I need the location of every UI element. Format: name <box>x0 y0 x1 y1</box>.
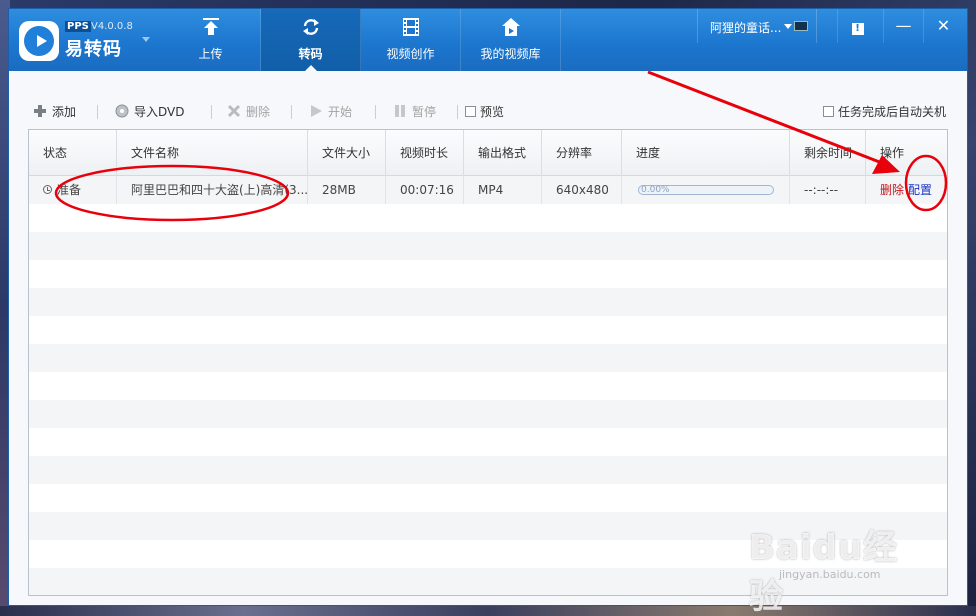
app-name: 易转码 <box>65 39 122 60</box>
empty-row <box>29 204 947 232</box>
column-header-resolution[interactable]: 分辨率 <box>542 130 622 176</box>
empty-row <box>29 288 947 316</box>
user-card-icon <box>794 21 808 31</box>
pause-icon <box>395 105 405 117</box>
plus-icon <box>34 105 46 117</box>
watermark-url: jingyan.baidu.com <box>779 568 881 581</box>
status-text: 准备 <box>57 183 82 197</box>
delete-button-label: 删除 <box>246 105 271 119</box>
minimize-icon: — <box>895 16 912 35</box>
progress-cell: 0.00% <box>622 176 790 204</box>
baidu-jingyan-watermark: Baidu经验 jingyan.baidu.com <box>745 518 925 616</box>
app-menu-chevron-icon[interactable] <box>142 37 150 42</box>
column-header-actions[interactable]: 操作 <box>866 130 947 176</box>
resolution-cell: 640x480 <box>542 176 622 204</box>
tab-transcode[interactable]: 转码 <box>261 9 361 71</box>
column-header-remaining[interactable]: 剩余时间 <box>790 130 866 176</box>
title-bar: PPS V4.0.0.8 易转码 上传 转码 视频创作 我的视频库 阿狸的童话.… <box>9 9 967 71</box>
empty-row <box>29 316 947 344</box>
status-cell: 准备 <box>29 176 117 204</box>
pause-button[interactable]: 暂停 <box>393 103 436 119</box>
preview-checkbox-box[interactable] <box>465 106 476 117</box>
column-header-duration[interactable]: 视频时长 <box>386 130 464 176</box>
close-button[interactable]: ✕ <box>923 9 963 43</box>
column-header-progress[interactable]: 进度 <box>622 130 790 176</box>
user-menu-chevron-icon <box>784 24 792 29</box>
import-dvd-button[interactable]: 导入DVD <box>115 103 184 119</box>
close-icon: ✕ <box>936 16 951 35</box>
tab-my-library[interactable]: 我的视频库 <box>461 9 561 71</box>
brand-tag: PPS <box>65 21 91 32</box>
empty-row <box>29 232 947 260</box>
progress-text: 0.00% <box>641 185 670 195</box>
upload-icon <box>203 18 219 35</box>
progress-bar: 0.00% <box>638 185 774 195</box>
auto-shutdown-checkbox[interactable]: 任务完成后自动关机 <box>823 103 946 119</box>
toolbar-divider <box>457 105 458 119</box>
start-button-label: 开始 <box>328 105 353 119</box>
size-cell: 28MB <box>308 176 386 204</box>
row-config-link[interactable]: 配置 <box>908 183 932 197</box>
tab-transcode-label: 转码 <box>298 47 323 61</box>
tab-upload-label: 上传 <box>198 47 223 61</box>
app-version: V4.0.0.8 <box>91 21 133 32</box>
user-menu[interactable]: 阿狸的童话... <box>697 9 817 43</box>
disc-icon <box>115 104 129 118</box>
table-header: 状态 文件名称 文件大小 视频时长 输出格式 分辨率 进度 剩余时间 操作 <box>29 130 947 176</box>
toolbar: 添加 导入DVD 删除 开始 暂停 预览 任务完成后自动关机 <box>9 71 967 129</box>
add-button[interactable]: 添加 <box>33 103 76 119</box>
delete-button[interactable]: 删除 <box>227 103 270 119</box>
tab-upload[interactable]: 上传 <box>161 9 261 71</box>
tab-my-library-label: 我的视频库 <box>480 47 541 61</box>
preview-label: 预览 <box>480 105 505 119</box>
toolbar-divider <box>375 105 376 119</box>
toolbar-divider <box>97 105 98 119</box>
column-header-filename[interactable]: 文件名称 <box>117 130 308 176</box>
clock-icon <box>43 185 52 194</box>
duration-cell: 00:07:16 <box>386 176 464 204</box>
table-row[interactable]: 准备 阿里巴巴和四十大盗(上)高清(3... 28MB 00:07:16 MP4… <box>29 176 947 204</box>
auto-shutdown-checkbox-box[interactable] <box>823 106 834 117</box>
empty-row <box>29 372 947 400</box>
preview-checkbox[interactable]: 预览 <box>465 103 504 119</box>
column-header-status[interactable]: 状态 <box>29 130 117 176</box>
feedback-icon: ! <box>851 23 864 35</box>
pause-button-label: 暂停 <box>412 105 437 119</box>
user-name: 阿狸的童话... <box>710 21 782 35</box>
feedback-button[interactable]: ! <box>837 9 877 43</box>
row-delete-link[interactable]: 删除 <box>880 183 904 197</box>
app-logo-icon <box>19 21 59 61</box>
format-cell: MP4 <box>464 176 542 204</box>
home-library-icon <box>502 18 520 36</box>
column-header-format[interactable]: 输出格式 <box>464 130 542 176</box>
minimize-button[interactable]: — <box>883 9 923 43</box>
tab-video-create[interactable]: 视频创作 <box>361 9 461 71</box>
empty-row <box>29 456 947 484</box>
add-button-label: 添加 <box>52 105 77 119</box>
x-icon <box>227 104 241 118</box>
actions-cell: 删除 配置 <box>866 176 947 204</box>
import-dvd-label: 导入DVD <box>134 105 185 119</box>
app-window: PPS V4.0.0.8 易转码 上传 转码 视频创作 我的视频库 阿狸的童话.… <box>8 8 968 606</box>
toolbar-divider <box>211 105 212 119</box>
play-icon <box>311 105 322 117</box>
filename-cell: 阿里巴巴和四十大盗(上)高清(3... <box>117 176 308 204</box>
film-icon <box>403 18 419 36</box>
empty-row <box>29 428 947 456</box>
transcode-icon <box>303 19 319 35</box>
toolbar-divider <box>291 105 292 119</box>
empty-row <box>29 260 947 288</box>
empty-row <box>29 484 947 512</box>
tab-video-create-label: 视频创作 <box>386 47 435 61</box>
remaining-cell: --:--:-- <box>790 176 866 204</box>
column-header-size[interactable]: 文件大小 <box>308 130 386 176</box>
empty-row <box>29 400 947 428</box>
auto-shutdown-label: 任务完成后自动关机 <box>838 105 947 119</box>
empty-row <box>29 344 947 372</box>
start-button[interactable]: 开始 <box>309 103 352 119</box>
